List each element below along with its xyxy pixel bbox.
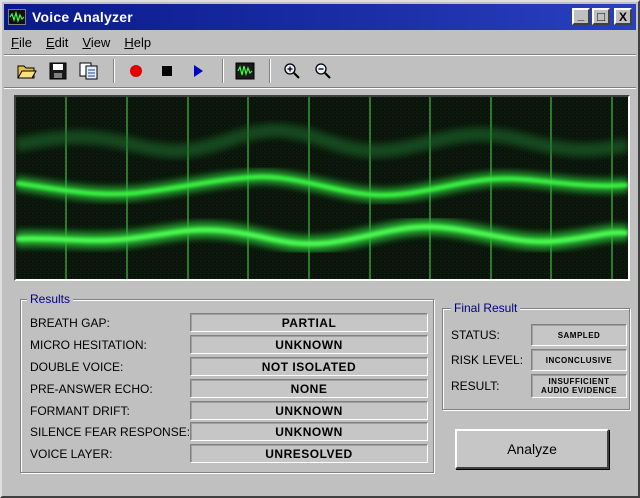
result-label: PRE-ANSWER ECHO: — [30, 381, 153, 396]
maximize-button[interactable]: □ — [592, 8, 610, 25]
result-value: NONE — [190, 379, 428, 398]
play-icon — [194, 65, 203, 77]
result-label: RESULT: — [451, 379, 500, 393]
result-row-double-voice: DOUBLE VOICE: NOT ISOLATED — [30, 357, 430, 376]
result-row-silence-fear-response: SILENCE FEAR RESPONSE: UNKNOWN — [30, 422, 430, 441]
result-value: PARTIAL — [190, 313, 428, 332]
result-row-breath-gap: BREATH GAP: PARTIAL — [30, 313, 430, 332]
analyze-button[interactable]: Analyze — [455, 429, 609, 469]
minimize-button[interactable]: _ — [572, 8, 590, 25]
result-value: INSUFFICIENT AUDIO EVIDENCE — [531, 374, 627, 398]
open-folder-icon — [17, 65, 37, 79]
result-label: DOUBLE VOICE: — [30, 359, 124, 374]
result-label: SILENCE FEAR RESPONSE: — [30, 424, 191, 439]
final-result-group: Final Result STATUS: SAMPLED RISK LEVEL:… — [442, 301, 630, 410]
final-status-row: STATUS: SAMPLED — [451, 324, 629, 346]
results-group-title: Results — [27, 292, 74, 306]
status-value: SAMPLED — [531, 324, 627, 346]
stop-button[interactable] — [154, 58, 180, 84]
record-icon — [130, 65, 142, 77]
window-title: Voice Analyzer — [32, 9, 133, 25]
toolbar-separator — [269, 59, 271, 83]
final-result-row: RESULT: INSUFFICIENT AUDIO EVIDENCE — [451, 374, 629, 398]
app-waveform-icon — [8, 9, 26, 25]
minimize-icon: _ — [577, 7, 585, 22]
result-row-pre-answer-echo: PRE-ANSWER ECHO: NONE — [30, 379, 430, 398]
result-label: FORMANT DRIFT: — [30, 403, 130, 418]
waveform-display-frame — [14, 95, 630, 281]
result-label: VOICE LAYER: — [30, 446, 113, 461]
result-label: BREATH GAP: — [30, 315, 110, 330]
toolbar-separator — [113, 59, 115, 83]
close-icon: X — [618, 9, 627, 24]
toolbar — [4, 54, 636, 88]
menu-edit[interactable]: Edit — [39, 35, 75, 50]
zoom-out-icon — [315, 63, 331, 79]
maximize-icon: □ — [597, 9, 605, 24]
result-value: UNRESOLVED — [190, 444, 428, 463]
copy-icon — [79, 62, 98, 80]
copy-button[interactable] — [76, 58, 102, 84]
waveform-display[interactable] — [16, 97, 628, 279]
menu-view[interactable]: View — [75, 35, 117, 50]
result-row-voice-layer: VOICE LAYER: UNRESOLVED — [30, 444, 430, 463]
open-button[interactable] — [14, 58, 40, 84]
zoom-in-button[interactable] — [279, 58, 305, 84]
result-value: UNKNOWN — [190, 401, 428, 420]
save-button[interactable] — [45, 58, 71, 84]
waveform-icon — [235, 62, 255, 80]
result-label: MICRO HESITATION: — [30, 337, 147, 352]
close-button[interactable]: X — [614, 8, 632, 25]
result-value: UNKNOWN — [190, 335, 428, 354]
zoom-in-icon — [284, 63, 300, 79]
final-risk-level-row: RISK LEVEL: INCONCLUSIVE — [451, 349, 629, 371]
results-group: Results BREATH GAP: PARTIAL MICRO HESITA… — [20, 292, 434, 473]
risk-level-value: INCONCLUSIVE — [531, 349, 627, 371]
save-icon — [49, 62, 67, 80]
waveform-button[interactable] — [232, 58, 258, 84]
menu-file[interactable]: File — [4, 35, 39, 50]
result-value: NOT ISOLATED — [190, 357, 428, 376]
stop-icon — [162, 66, 172, 76]
risk-level-label: RISK LEVEL: — [451, 353, 524, 367]
final-result-group-title: Final Result — [451, 301, 521, 315]
title-bar[interactable]: Voice Analyzer _ □ X — [4, 4, 636, 30]
zoom-out-button[interactable] — [310, 58, 336, 84]
record-button[interactable] — [123, 58, 149, 84]
voice-analyzer-window: Voice Analyzer _ □ X File Edit View Help — [0, 0, 640, 498]
result-row-formant-drift: FORMANT DRIFT: UNKNOWN — [30, 401, 430, 420]
analyze-button-label: Analyze — [507, 441, 557, 457]
menu-help[interactable]: Help — [117, 35, 158, 50]
result-value: UNKNOWN — [190, 422, 428, 441]
toolbar-separator — [222, 59, 224, 83]
result-row-micro-hesitation: MICRO HESITATION: UNKNOWN — [30, 335, 430, 354]
menu-bar: File Edit View Help — [4, 32, 636, 52]
status-label: STATUS: — [451, 328, 500, 342]
play-button[interactable] — [185, 58, 211, 84]
